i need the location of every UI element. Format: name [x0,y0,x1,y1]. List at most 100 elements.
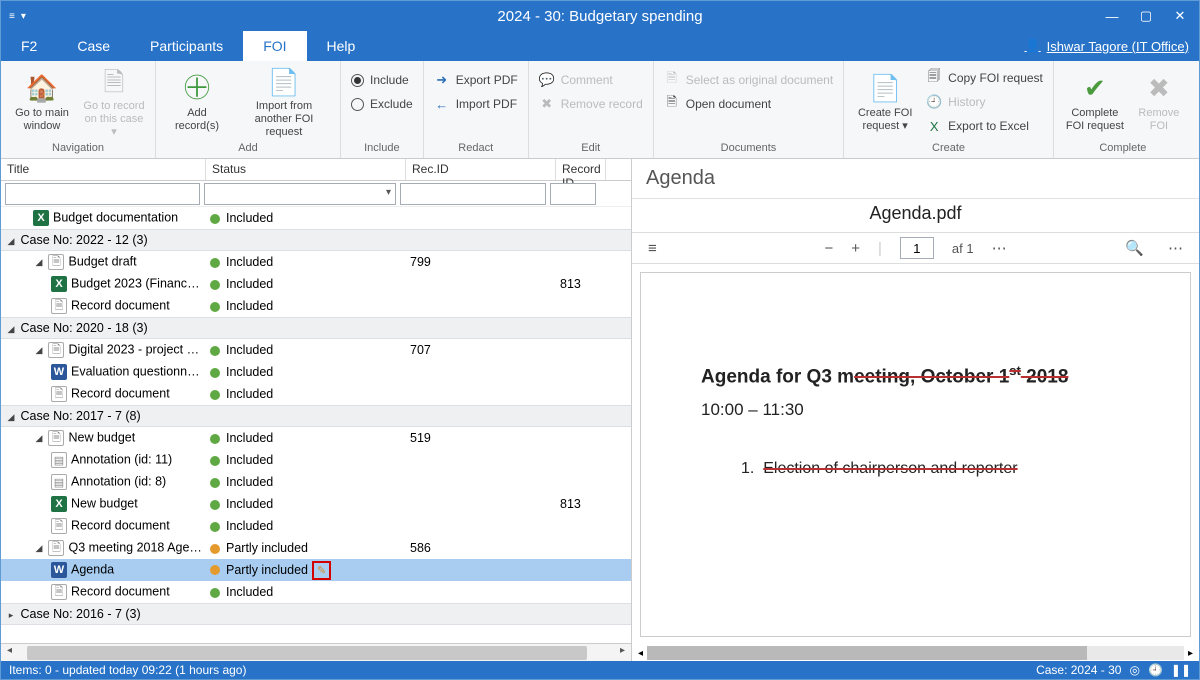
qat-more-icon[interactable]: ▾ [21,11,26,22]
group-row[interactable]: ▸ Case No: 2016 - 7 (3) [1,603,631,625]
menu-bar: F2 Case Participants FOI Help 👤 Ishwar T… [1,31,1199,61]
group-row[interactable]: ◢ Case No: 2017 - 7 (8) [1,405,631,427]
filter-rec-input[interactable] [400,183,546,205]
filter-title-input[interactable] [5,183,200,205]
group-row[interactable]: ◢ Case No: 2020 - 18 (3) [1,317,631,339]
status-dot-icon [210,565,220,575]
group-row[interactable]: ◢ Case No: 2022 - 12 (3) [1,229,631,251]
pdf-h-scrollbar[interactable]: ◂ ▸ [632,645,1199,661]
search-icon[interactable]: 🔍 [1125,239,1144,257]
maximize-button[interactable]: ▢ [1135,5,1157,27]
col-recordid[interactable]: Record ID [556,159,606,180]
table-row[interactable]: ▤Annotation (id: 8)Included [1,471,631,493]
complete-foi-button[interactable]: ✔Complete FOI request [1060,65,1130,141]
excel-icon: X [33,210,49,226]
filter-status-combo[interactable]: ▾ [204,183,396,205]
remove-foi-button[interactable]: ✖Remove FOI [1132,65,1186,141]
table-row[interactable]: ◢ 🗎New budgetIncluded519 [1,427,631,449]
go-to-main-button[interactable]: 🏠Go to main window [7,65,77,141]
status-dot-icon [210,368,220,378]
table-row[interactable]: XBudget documentationIncluded [1,207,631,229]
table-row[interactable]: XNew budgetIncluded813 [1,493,631,515]
title-bar: ≡ ▾ 2024 - 30: Budgetary spending — ▢ ✕ [1,1,1199,31]
import-foi-button[interactable]: 📄Import from another FOI request [234,65,334,141]
status-dot-icon [210,258,220,268]
import-pdf-button[interactable]: ←Import PDF [430,93,522,115]
scroll-right-icon[interactable]: ▸ [1188,648,1193,659]
qat-dropdown-icon[interactable]: ≡ [9,11,15,22]
open-document-button[interactable]: 🗎Open document [660,93,837,115]
copy-foi-button[interactable]: 🗐Copy FOI request [922,67,1047,89]
menu-participants[interactable]: Participants [130,31,243,61]
col-recid[interactable]: Rec.ID [406,159,556,180]
table-row[interactable]: 🗎Record documentIncluded [1,515,631,537]
note-icon: ▤ [51,452,67,468]
remove-icon: ✖ [539,96,555,112]
col-title[interactable]: Title [1,159,206,180]
table-row[interactable]: 🗎Record documentIncluded [1,295,631,317]
zoom-in-button[interactable]: + [851,240,860,257]
export-pdf-button[interactable]: ➜Export PDF [430,69,522,91]
pdf-time: 10:00 – 11:30 [701,400,1150,420]
note-icon: ▤ [51,474,67,490]
remove-record-button[interactable]: ✖Remove record [535,93,647,115]
table-row[interactable]: WAgendaPartly included✎ [1,559,631,581]
scroll-thumb[interactable] [27,646,587,660]
table-row[interactable]: WEvaluation questionna...Included [1,361,631,383]
scroll-left-icon[interactable]: ◂ [7,645,12,656]
check-icon: ✔ [1084,73,1106,105]
create-foi-button[interactable]: 📄Create FOI request ▾ [850,65,920,141]
minimize-button[interactable]: — [1101,5,1123,27]
table-row[interactable]: 🗎Record documentIncluded [1,383,631,405]
menu-icon[interactable]: ⋯ [1168,239,1183,257]
toc-icon[interactable]: ≡ [648,240,657,257]
history-button[interactable]: 🕘History [922,91,1047,113]
close-button[interactable]: ✕ [1169,5,1191,27]
scroll-right-icon[interactable]: ▸ [620,645,625,656]
group-include-label: Include [347,142,417,156]
target-icon[interactable]: ◎ [1129,663,1139,677]
ribbon: 🏠Go to main window 🗎Go to record on this… [1,61,1199,159]
col-status[interactable]: Status [206,159,406,180]
more-icon[interactable]: ⋯ [992,239,1007,257]
go-to-record-button[interactable]: 🗎Go to record on this case ▾ [79,65,149,141]
table-row[interactable]: ◢ 🗎Digital 2023 - project evalu...Includ… [1,339,631,361]
add-records-button[interactable]: ＋⃝Add record(s) [162,65,232,141]
group-redact-label: Redact [430,142,522,156]
records-pane: Title Status Rec.ID Record ID ▾ XBudget … [1,159,632,661]
h-scrollbar[interactable]: ◂ ▸ [1,643,631,661]
group-navigation-label: Navigation [7,142,149,156]
clock-icon[interactable]: 🕘 [1148,663,1163,677]
zoom-out-button[interactable]: − [824,240,833,257]
status-dot-icon [210,390,220,400]
group-create-label: Create [850,142,1047,156]
table-row[interactable]: ▤Annotation (id: 11)Included [1,449,631,471]
table-row[interactable]: ◢ 🗎Q3 meeting 2018 AgendaPartly included… [1,537,631,559]
menu-help[interactable]: Help [307,31,376,61]
table-row[interactable]: ◢ 🗎Budget draftIncluded799 [1,251,631,273]
copy-icon: 🗐 [926,67,942,89]
exclude-radio[interactable]: Exclude [347,93,417,115]
comment-button[interactable]: 💬Comment [535,69,647,91]
select-original-button[interactable]: 🗎Select as original document [660,69,837,91]
scroll-thumb[interactable] [647,646,1087,660]
filter-recid-input[interactable] [550,183,596,205]
user-link[interactable]: 👤 Ishwar Tagore (IT Office) [1024,31,1189,61]
status-dot-icon [210,522,220,532]
menu-f2[interactable]: F2 [1,31,57,61]
menu-case[interactable]: Case [57,31,130,61]
export-excel-button[interactable]: XExport to Excel [922,115,1047,137]
doc-icon: 🗎 [51,518,67,534]
table-row[interactable]: 🗎Record documentIncluded [1,581,631,603]
history-icon: 🕘 [926,94,942,110]
grid-body[interactable]: XBudget documentationIncluded◢ Case No: … [1,207,631,643]
menu-foi[interactable]: FOI [243,31,306,61]
x-icon: ✖ [1148,73,1170,105]
include-radio[interactable]: Include [347,69,417,91]
excel-icon: X [51,496,67,512]
status-dot-icon [210,456,220,466]
table-row[interactable]: XBudget 2023 (Finance...Included813 [1,273,631,295]
pause-icon[interactable]: ❚❚ [1171,663,1191,677]
scroll-left-icon[interactable]: ◂ [638,648,643,659]
page-input[interactable] [900,237,934,259]
